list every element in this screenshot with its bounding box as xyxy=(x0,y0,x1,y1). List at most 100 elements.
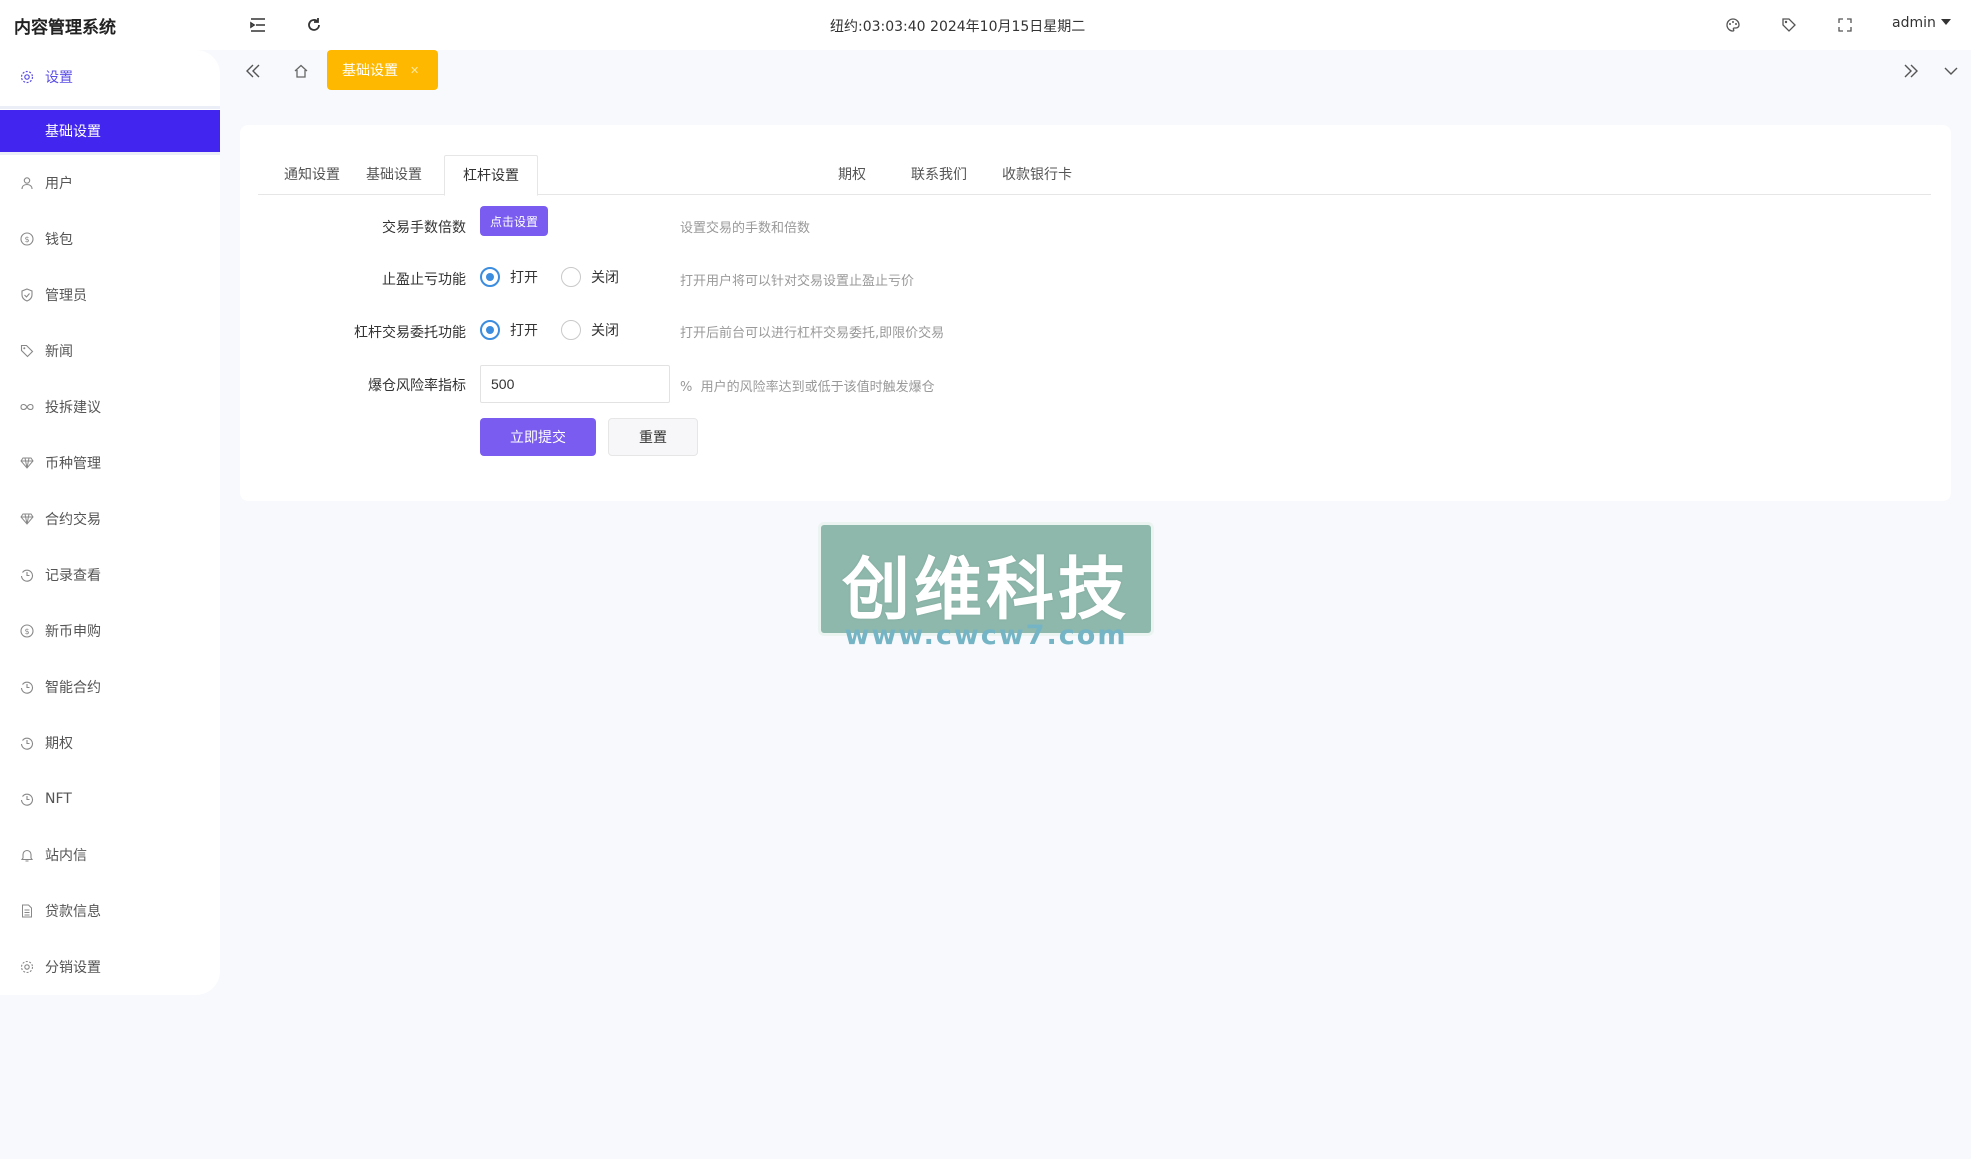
page-tab-label: 基础设置 xyxy=(342,63,398,79)
dollar-icon: $ xyxy=(19,623,35,639)
fee-hint: 设置交易的手数和倍数 xyxy=(680,221,811,236)
tab-notification[interactable]: 通知设置 xyxy=(276,155,348,195)
radio-dot xyxy=(561,320,581,340)
dollar-icon: $ xyxy=(19,231,35,247)
liquidation-risk-hint: 用户的风险率达到或低于该值时触发爆仓 xyxy=(700,380,935,395)
stop-profit-loss-off-radio[interactable]: 关闭 xyxy=(561,267,619,287)
leverage-entrust-label: 杠杆交易委托功能 xyxy=(354,325,466,341)
radio-dot xyxy=(480,267,500,287)
radio-label: 打开 xyxy=(510,270,538,286)
menu-fold-icon[interactable] xyxy=(247,14,269,36)
sidebar-item[interactable]: 新闻 xyxy=(0,331,220,371)
radio-label: 关闭 xyxy=(591,323,619,339)
sidebar-item[interactable]: 用户 xyxy=(0,163,220,203)
leverage-entrust-hint: 打开后前台可以进行杠杆交易委托,即限价交易 xyxy=(680,326,945,341)
history-icon xyxy=(19,567,35,583)
bell-icon xyxy=(19,847,35,863)
home-icon[interactable] xyxy=(288,58,314,84)
top-header: 内容管理系统 纽约:03:03:40 2024年10月15日星期二 admin xyxy=(0,0,1971,50)
tab-bank-card[interactable]: 收款银行卡 xyxy=(1000,155,1074,195)
tab-basic[interactable]: 基础设置 xyxy=(364,155,424,195)
sidebar-item-label: 智能合约 xyxy=(45,680,101,696)
tag-icon[interactable] xyxy=(1778,14,1800,36)
watermark-title: 创维科技 xyxy=(841,551,1130,630)
sidebar: 设置 基础设置 用户 $ 钱包管理员新闻投拆建议币种管理合约交易记录查看 $ 新币申购智… xyxy=(0,50,220,995)
sidebar-item[interactable]: NFT xyxy=(0,779,220,819)
sidebar-item-label: 贷款信息 xyxy=(45,904,101,920)
liquidation-risk-unit-and-hint: % 用户的风险率达到或低于该值时触发爆仓 xyxy=(680,376,935,395)
radio-dot xyxy=(480,320,500,340)
theme-icon[interactable] xyxy=(1722,14,1744,36)
tab-options[interactable]: 期权 xyxy=(824,155,880,195)
sidebar-item-label: 记录查看 xyxy=(45,568,101,584)
sidebar-item[interactable]: 币种管理 xyxy=(0,443,220,483)
percent-unit: % xyxy=(680,380,693,395)
tag-icon xyxy=(19,343,35,359)
sidebar-item[interactable]: 贷款信息 xyxy=(0,891,220,931)
stop-profit-loss-label: 止盈止亏功能 xyxy=(382,272,466,288)
username: admin xyxy=(1892,15,1936,31)
history-icon xyxy=(19,735,35,751)
fee-setting-button[interactable]: 点击设置 xyxy=(480,206,548,236)
sidebar-item-label: 钱包 xyxy=(45,232,73,248)
sidebar-item[interactable]: 记录查看 xyxy=(0,555,220,595)
app-title: 内容管理系统 xyxy=(14,18,116,38)
sidebar-item[interactable]: 投拆建议 xyxy=(0,387,220,427)
page-tab-basic-settings[interactable]: 基础设置 ✕ xyxy=(327,50,438,90)
radio-label: 打开 xyxy=(510,323,538,339)
diamond-icon xyxy=(19,455,35,471)
settings-tabs: 通知设置 基础设置 杠杆设置 期权 联系我们 收款银行卡 xyxy=(258,155,1931,196)
page-tabs-bar: 基础设置 ✕ xyxy=(228,50,1971,92)
sidebar-item-label: 管理员 xyxy=(45,288,87,304)
svg-text:$: $ xyxy=(24,235,29,244)
diamond-icon xyxy=(19,511,35,527)
watermark-url: www.cwcw7.com xyxy=(844,620,1128,651)
sidebar-item-label: 分销设置 xyxy=(45,960,101,976)
sidebar-item-label: 投拆建议 xyxy=(45,400,101,416)
sidebar-item[interactable]: 期权 xyxy=(0,723,220,763)
fullscreen-icon[interactable] xyxy=(1834,14,1856,36)
divider xyxy=(0,152,220,155)
sidebar-item-label: 币种管理 xyxy=(45,456,101,472)
gear-icon xyxy=(19,69,35,85)
user-icon xyxy=(19,175,35,191)
radio-dot xyxy=(561,267,581,287)
reset-button[interactable]: 重置 xyxy=(608,418,698,456)
leverage-entrust-off-radio[interactable]: 关闭 xyxy=(561,320,619,340)
sidebar-item-label: 站内信 xyxy=(45,848,87,864)
refresh-icon[interactable] xyxy=(303,14,325,36)
clock: 纽约:03:03:40 2024年10月15日星期二 xyxy=(830,19,1086,35)
sidebar-item-label: 设置 xyxy=(45,70,73,86)
stop-profit-loss-on-radio[interactable]: 打开 xyxy=(480,267,538,287)
close-icon[interactable]: ✕ xyxy=(410,64,419,77)
sidebar-item-settings[interactable]: 设置 xyxy=(0,57,220,97)
user-menu[interactable]: admin xyxy=(1892,15,1951,31)
tab-contact[interactable]: 联系我们 xyxy=(909,155,969,195)
divider xyxy=(0,106,220,109)
watermark-logo: 创维科技 www.cwcw7.com xyxy=(818,520,1154,660)
sidebar-item-label: NFT xyxy=(45,791,72,807)
tab-leverage[interactable]: 杠杆设置 xyxy=(444,155,538,196)
sidebar-item-label: 用户 xyxy=(45,176,73,192)
sidebar-item-label: 期权 xyxy=(45,736,73,752)
shield-icon xyxy=(19,287,35,303)
sidebar-item[interactable]: $ 新币申购 xyxy=(0,611,220,651)
sidebar-subitem-basic-settings[interactable]: 基础设置 xyxy=(0,110,220,152)
chevron-down-icon[interactable] xyxy=(1938,58,1964,84)
sidebar-item-label: 新币申购 xyxy=(45,624,101,640)
leverage-entrust-on-radio[interactable]: 打开 xyxy=(480,320,538,340)
tabs-scroll-left-icon[interactable] xyxy=(240,58,266,84)
sidebar-item[interactable]: 站内信 xyxy=(0,835,220,875)
liquidation-risk-label: 爆仓风险率指标 xyxy=(368,378,466,394)
sidebar-item[interactable]: 分销设置 xyxy=(0,947,220,987)
sidebar-item[interactable]: 管理员 xyxy=(0,275,220,315)
link-icon xyxy=(19,399,35,415)
sidebar-item[interactable]: 合约交易 xyxy=(0,499,220,539)
gear-icon xyxy=(19,959,35,975)
submit-button[interactable]: 立即提交 xyxy=(480,418,596,456)
sidebar-item[interactable]: $ 钱包 xyxy=(0,219,220,259)
tabs-scroll-right-icon[interactable] xyxy=(1898,58,1924,84)
settings-card: 通知设置 基础设置 杠杆设置 期权 联系我们 收款银行卡 交易手数倍数 点击设置… xyxy=(240,125,1951,501)
liquidation-risk-input[interactable] xyxy=(480,365,670,403)
sidebar-item[interactable]: 智能合约 xyxy=(0,667,220,707)
